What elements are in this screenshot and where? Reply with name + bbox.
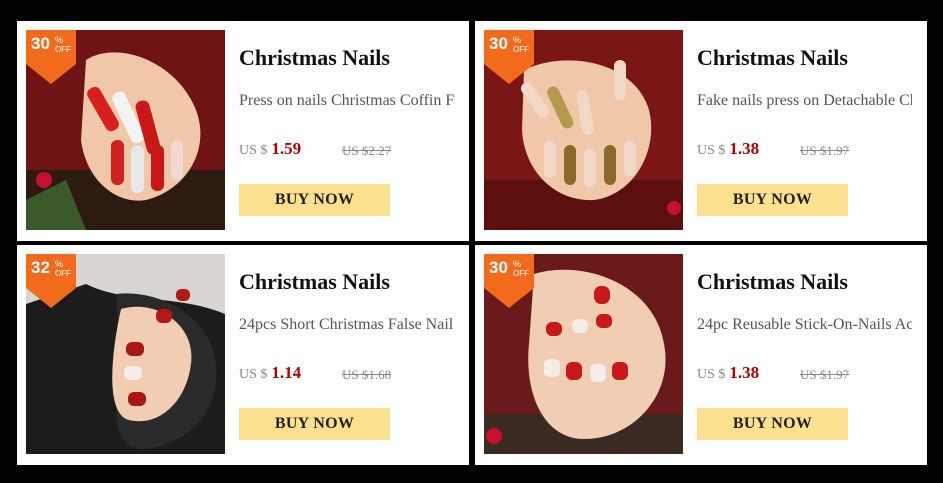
discount-percent-sign: % <box>513 259 522 269</box>
product-card[interactable]: 32 % OFF Christmas Nails 24pcs Short Chr… <box>17 245 469 465</box>
discount-off-label: OFF <box>513 269 529 278</box>
buy-now-button[interactable]: BUY NOW <box>239 408 390 440</box>
discount-value: 30 <box>31 34 50 53</box>
buy-now-button[interactable]: BUY NOW <box>697 184 848 216</box>
discount-off-label: OFF <box>55 269 71 278</box>
currency-label: US $ <box>697 143 726 158</box>
original-price: US $1.97 <box>800 143 850 158</box>
discount-badge: 30 % OFF <box>484 30 534 84</box>
currency-label: US $ <box>239 367 268 382</box>
discount-percent-sign: % <box>513 35 522 45</box>
product-card[interactable]: 30 % OFF Christmas Nails Fake nails pres… <box>475 21 927 241</box>
sale-price: 1.38 <box>729 363 760 382</box>
currency-label: US $ <box>697 367 726 382</box>
sale-price: 1.14 <box>271 363 302 382</box>
product-card[interactable]: 30 % OFF Christmas Nails 24pc Reusable S… <box>475 245 927 465</box>
price-row: US $1.38 <box>697 363 759 383</box>
product-image[interactable]: 30 % OFF <box>484 254 683 454</box>
buy-now-button[interactable]: BUY NOW <box>239 184 390 216</box>
discount-off-label: OFF <box>55 45 71 54</box>
sale-price: 1.38 <box>729 139 760 158</box>
product-image[interactable]: 30 % OFF <box>26 30 225 230</box>
price-row: US $1.59 <box>239 139 301 159</box>
product-description[interactable]: 24pcs Short Christmas False Nails With G… <box>239 315 454 337</box>
product-image[interactable]: 32 % OFF <box>26 254 225 454</box>
product-image[interactable]: 30 % OFF <box>484 30 683 230</box>
product-title[interactable]: Christmas Nails <box>239 45 390 71</box>
product-card[interactable]: 30 % OFF Christmas Nails Press on nails … <box>17 21 469 241</box>
discount-value: 30 <box>489 258 508 277</box>
discount-percent-sign: % <box>55 259 64 269</box>
currency-label: US $ <box>239 143 268 158</box>
product-description[interactable]: Fake nails press on Detachable Christmas… <box>697 91 912 113</box>
product-description[interactable]: Press on nails Christmas Coffin False Na… <box>239 91 454 113</box>
discount-badge: 32 % OFF <box>26 254 76 308</box>
price-row: US $1.38 <box>697 139 759 159</box>
discount-badge: 30 % OFF <box>484 254 534 308</box>
original-price: US $1.68 <box>342 367 392 382</box>
buy-now-button[interactable]: BUY NOW <box>697 408 848 440</box>
discount-percent-sign: % <box>55 35 64 45</box>
product-description[interactable]: 24pc Reusable Stick-On-Nails Acrylic Ful… <box>697 315 912 337</box>
product-title[interactable]: Christmas Nails <box>239 269 390 295</box>
discount-badge: 30 % OFF <box>26 30 76 84</box>
original-price: US $2.27 <box>342 143 392 158</box>
price-row: US $1.14 <box>239 363 301 383</box>
discount-value: 32 <box>31 258 50 277</box>
discount-value: 30 <box>489 34 508 53</box>
product-title[interactable]: Christmas Nails <box>697 269 848 295</box>
product-title[interactable]: Christmas Nails <box>697 45 848 71</box>
original-price: US $1.97 <box>800 367 850 382</box>
sale-price: 1.59 <box>271 139 302 158</box>
discount-off-label: OFF <box>513 45 529 54</box>
